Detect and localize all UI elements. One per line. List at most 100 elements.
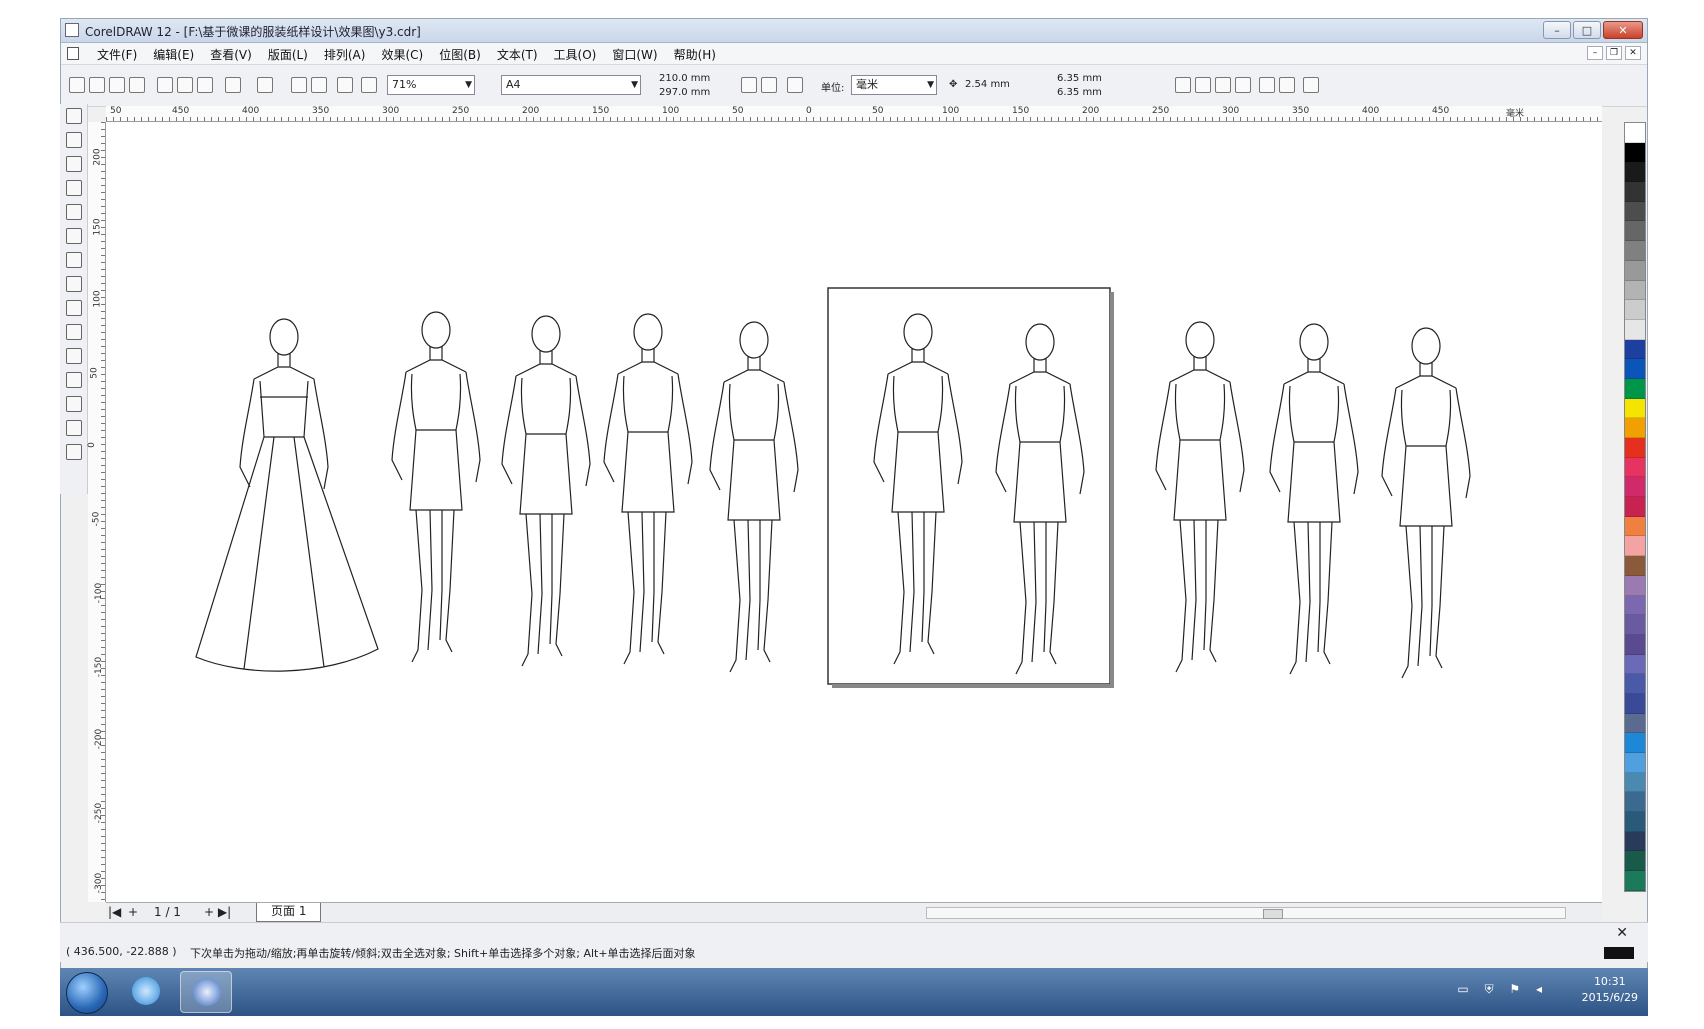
nudge-offset-field[interactable]: 2.54 mm — [965, 79, 1010, 90]
menu-tools[interactable]: 工具(O) — [554, 46, 613, 63]
palette-swatch[interactable] — [1625, 378, 1645, 399]
palette-swatch[interactable] — [1625, 753, 1645, 773]
interactive-blend-tool-icon[interactable] — [66, 348, 82, 364]
color-palette[interactable] — [1624, 122, 1646, 892]
palette-swatch[interactable] — [1625, 300, 1645, 320]
scroll-thumb[interactable] — [1263, 909, 1283, 919]
corel-online-icon[interactable] — [361, 77, 377, 93]
palette-swatch[interactable] — [1625, 556, 1645, 576]
palette-swatch[interactable] — [1625, 772, 1645, 793]
palette-swatch[interactable] — [1625, 438, 1645, 458]
paste-icon[interactable] — [197, 77, 213, 93]
palette-swatch[interactable] — [1625, 162, 1645, 183]
palette-swatch[interactable] — [1625, 595, 1645, 616]
snap-objects-icon[interactable] — [1215, 77, 1231, 93]
system-tray[interactable]: ▭ ⛨ ⚑ ◂ — [1457, 982, 1548, 997]
start-button[interactable] — [66, 972, 108, 1014]
interactive-fill-tool-icon[interactable] — [66, 444, 82, 460]
save-icon[interactable] — [109, 77, 125, 93]
palette-swatch[interactable] — [1625, 792, 1645, 813]
palette-swatch[interactable] — [1625, 201, 1645, 222]
palette-swatch[interactable] — [1625, 674, 1645, 694]
palette-swatch[interactable] — [1625, 654, 1645, 675]
new-icon[interactable] — [69, 77, 85, 93]
zoom-select[interactable]: 71% ▼ — [387, 75, 475, 95]
menu-help[interactable]: 帮助(H) — [674, 46, 732, 63]
palette-swatch[interactable] — [1625, 359, 1645, 379]
duplicate-distance-x-field[interactable]: 6.35 mm — [1057, 73, 1102, 84]
application-launcher-icon[interactable] — [337, 77, 353, 93]
page-height-field[interactable]: 297.0 mm — [659, 87, 710, 98]
palette-swatch[interactable] — [1625, 142, 1645, 163]
all-pages-icon[interactable] — [787, 77, 803, 93]
cut-icon[interactable] — [157, 77, 173, 93]
palette-swatch[interactable] — [1625, 536, 1645, 557]
dynamic-guides-icon[interactable] — [1235, 77, 1251, 93]
tab-page-1[interactable]: 页面 1 — [256, 903, 322, 922]
basic-shapes-tool-icon[interactable] — [66, 300, 82, 316]
rectangle-tool-icon[interactable] — [66, 228, 82, 244]
first-page-button[interactable]: |◀ — [108, 905, 121, 919]
next-page-button[interactable]: + ▶| — [204, 905, 231, 919]
menu-edit[interactable]: 编辑(E) — [153, 46, 210, 63]
drawing-canvas[interactable] — [106, 122, 1602, 902]
menu-file[interactable]: 文件(F) — [97, 46, 153, 63]
palette-swatch[interactable] — [1625, 733, 1645, 753]
clock[interactable]: 10:31 2015/6/29 — [1582, 974, 1638, 1006]
menu-window[interactable]: 窗口(W) — [612, 46, 673, 63]
palette-swatch[interactable] — [1625, 831, 1645, 852]
palette-swatch[interactable] — [1625, 477, 1645, 498]
palette-swatch[interactable] — [1625, 516, 1645, 537]
palette-swatch[interactable] — [1625, 575, 1645, 596]
smart-fill-tool-icon[interactable] — [66, 204, 82, 220]
draw-selected-icon[interactable] — [1279, 77, 1295, 93]
menu-bitmaps[interactable]: 位图(B) — [439, 46, 497, 63]
palette-swatch[interactable] — [1625, 182, 1645, 202]
palette-swatch[interactable] — [1625, 812, 1645, 832]
menu-view[interactable]: 查看(V) — [210, 46, 268, 63]
palette-swatch[interactable] — [1625, 615, 1645, 635]
landscape-icon[interactable] — [761, 77, 777, 93]
page-width-field[interactable]: 210.0 mm — [659, 73, 710, 84]
open-icon[interactable] — [89, 77, 105, 93]
palette-swatch[interactable] — [1625, 260, 1645, 281]
palette-swatch[interactable] — [1625, 221, 1645, 242]
coreldraw-taskbar-button[interactable] — [180, 971, 232, 1013]
palette-swatch[interactable] — [1625, 319, 1645, 340]
text-tool-icon[interactable] — [66, 324, 82, 340]
palette-swatch[interactable] — [1625, 497, 1645, 517]
doc-minimize-button[interactable]: – — [1587, 46, 1603, 60]
maximize-button[interactable]: □ — [1573, 21, 1601, 39]
palette-swatch[interactable] — [1625, 457, 1645, 478]
duplicate-distance-y-field[interactable]: 6.35 mm — [1057, 87, 1102, 98]
menu-text[interactable]: 文本(T) — [497, 46, 554, 63]
palette-swatch[interactable] — [1625, 123, 1645, 143]
units-select[interactable]: 毫米 ▼ — [851, 75, 937, 95]
outline-tool-icon[interactable] — [66, 396, 82, 412]
zoom-tool-icon[interactable] — [66, 156, 82, 172]
menu-effects[interactable]: 效果(C) — [381, 46, 439, 63]
ellipse-tool-icon[interactable] — [66, 252, 82, 268]
fill-swatch[interactable] — [1604, 947, 1634, 959]
ie-taskbar-button[interactable] — [120, 971, 172, 1013]
import-icon[interactable] — [291, 77, 307, 93]
print-icon[interactable] — [129, 77, 145, 93]
palette-swatch[interactable] — [1625, 418, 1645, 438]
redo-icon[interactable] — [257, 77, 273, 93]
doc-close-button[interactable]: ✕ — [1625, 46, 1641, 60]
palette-swatch[interactable] — [1625, 280, 1645, 301]
palette-swatch[interactable] — [1625, 398, 1645, 419]
copy-icon[interactable] — [177, 77, 193, 93]
export-icon[interactable] — [311, 77, 327, 93]
shape-tool-icon[interactable] — [66, 132, 82, 148]
palette-swatch[interactable] — [1625, 713, 1645, 734]
paper-size-select[interactable]: A4 ▼ — [501, 75, 641, 95]
grid-icon[interactable] — [1175, 77, 1191, 93]
eyedropper-tool-icon[interactable] — [66, 372, 82, 388]
portrait-icon[interactable] — [741, 77, 757, 93]
treat-as-filled-icon[interactable] — [1259, 77, 1275, 93]
fill-tool-icon[interactable] — [66, 420, 82, 436]
polygon-tool-icon[interactable] — [66, 276, 82, 292]
palette-swatch[interactable] — [1625, 241, 1645, 261]
palette-swatch[interactable] — [1625, 871, 1645, 891]
